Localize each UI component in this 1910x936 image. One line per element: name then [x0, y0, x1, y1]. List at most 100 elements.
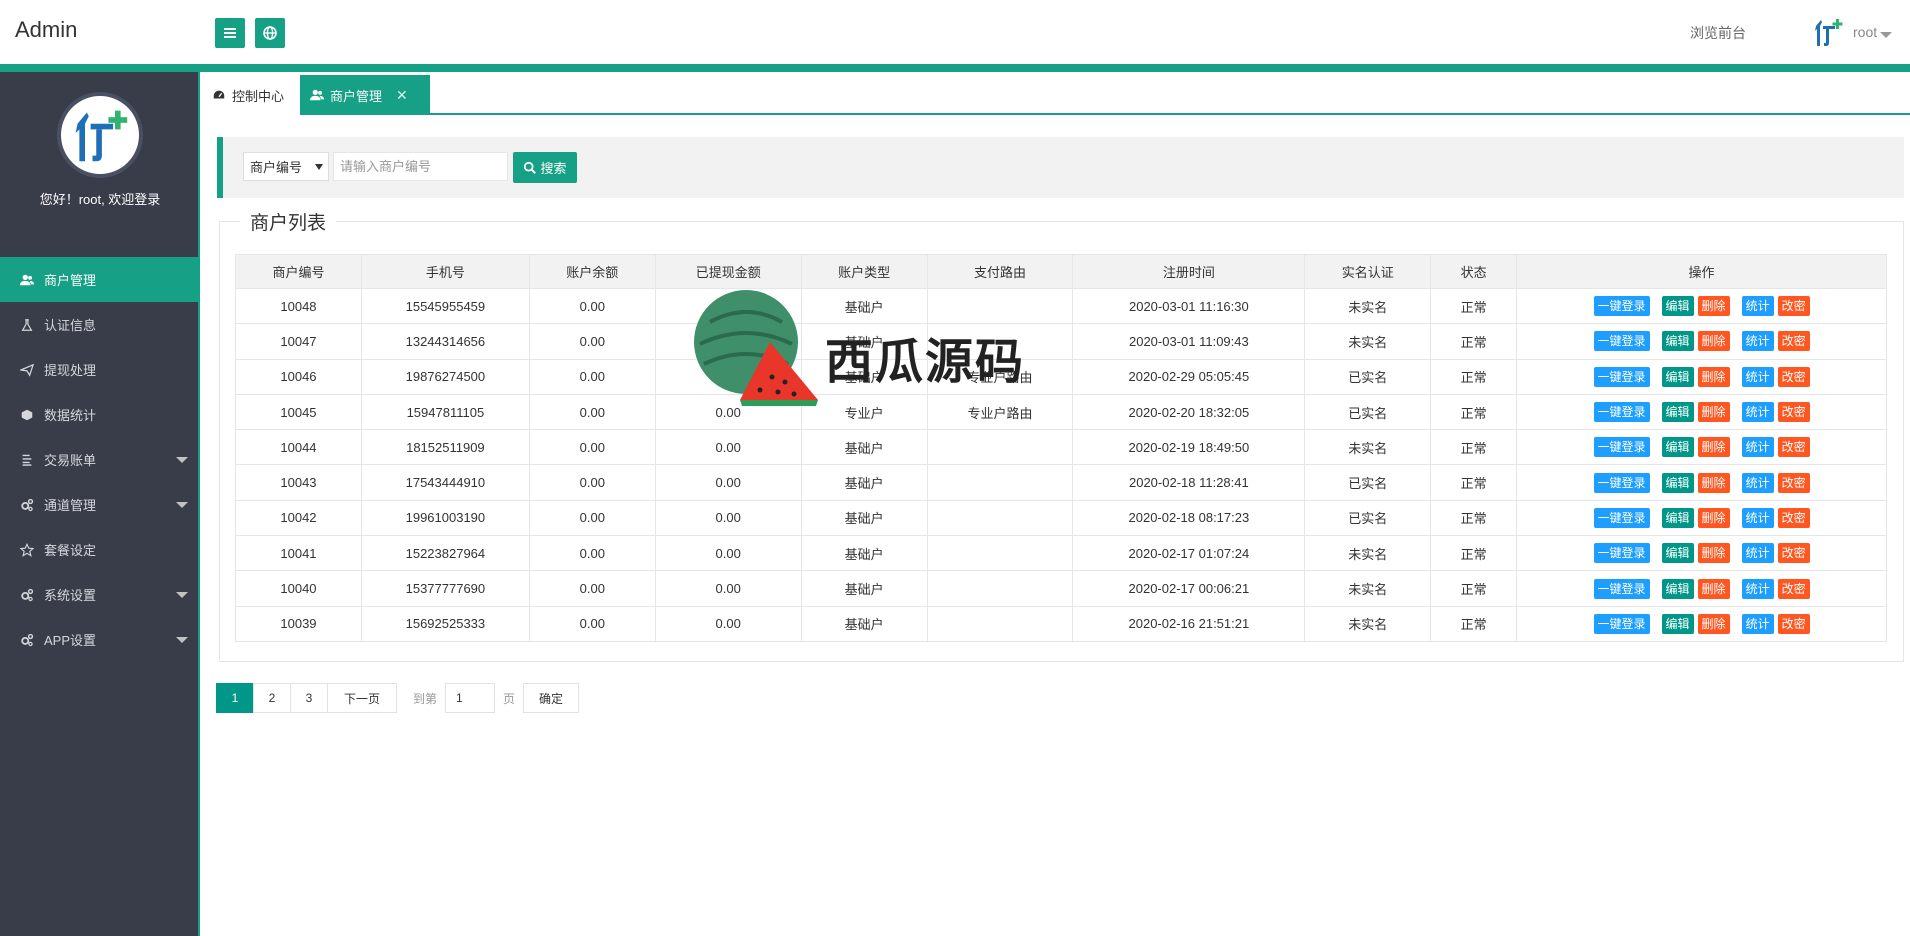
cell-type: 专业户	[800, 393, 928, 431]
menu-toggle-button[interactable]	[215, 18, 245, 48]
stats-button[interactable]: 统计	[1741, 437, 1774, 458]
page-3-button[interactable]: 3	[290, 683, 328, 713]
edit-button[interactable]: 编辑	[1661, 402, 1694, 423]
edit-button[interactable]: 编辑	[1661, 437, 1694, 458]
delete-button[interactable]: 删除	[1697, 366, 1730, 387]
sidebar-item-6[interactable]: 通道管理	[0, 482, 200, 527]
chevron-down-icon	[176, 502, 188, 508]
sidebar-item-8[interactable]: 系统设置	[0, 572, 200, 617]
quick-login-button[interactable]: 一键登录	[1593, 613, 1650, 634]
stats-button[interactable]: 统计	[1741, 402, 1774, 423]
next-page-button[interactable]: 下一页	[327, 683, 397, 713]
stats-button[interactable]: 统计	[1741, 472, 1774, 493]
tab-merchant-management[interactable]: 商户管理 ✕	[300, 75, 430, 115]
sidebar-item-4[interactable]: 数据统计	[0, 392, 200, 437]
sidebar-menu: 商户管理认证信息提现处理数据统计 交易账单 通道管理套餐设定系统设置 APP设置	[0, 257, 200, 662]
tab-dashboard[interactable]: 控制中心	[202, 75, 300, 115]
cell-balance: 0.00	[528, 464, 656, 501]
goto-page-input[interactable]	[445, 683, 496, 713]
chevron-down-icon[interactable]	[1880, 32, 1892, 38]
quick-login-button[interactable]: 一键登录	[1593, 366, 1650, 387]
brand-logo-icon[interactable]	[1812, 16, 1844, 48]
quick-login-button[interactable]: 一键登录	[1593, 507, 1650, 528]
change-password-button[interactable]: 改密	[1777, 613, 1810, 634]
cell-auth: 未实名	[1304, 429, 1432, 466]
sidebar-item-2[interactable]: 认证信息	[0, 302, 200, 347]
quick-login-button[interactable]: 一键登录	[1593, 296, 1650, 317]
change-password-button[interactable]: 改密	[1777, 437, 1810, 458]
delete-button[interactable]: 删除	[1697, 472, 1730, 493]
stats-button[interactable]: 统计	[1741, 331, 1774, 352]
sidebar-item-5[interactable]: 交易账单	[0, 437, 200, 482]
quick-login-button[interactable]: 一键登录	[1593, 578, 1650, 599]
change-password-button[interactable]: 改密	[1777, 296, 1810, 317]
delete-button[interactable]: 删除	[1697, 543, 1730, 564]
edit-button[interactable]: 编辑	[1661, 578, 1694, 599]
sidebar-item-label: 系统设置	[44, 588, 97, 603]
page-2-button[interactable]: 2	[253, 683, 291, 713]
change-password-button[interactable]: 改密	[1777, 578, 1810, 599]
edit-button[interactable]: 编辑	[1661, 366, 1694, 387]
change-password-button[interactable]: 改密	[1777, 543, 1810, 564]
sidebar-item-label: 提现处理	[44, 363, 97, 378]
cell-phone: 13244314656	[360, 323, 530, 360]
goto-confirm-button[interactable]: 确定	[523, 683, 580, 713]
sidebar-item-label: 套餐设定	[44, 543, 97, 558]
quick-login-button[interactable]: 一键登录	[1593, 402, 1650, 423]
search-input[interactable]	[333, 152, 508, 181]
sidebar-item-7[interactable]: 套餐设定	[0, 527, 200, 572]
edit-button[interactable]: 编辑	[1661, 472, 1694, 493]
cell-route	[926, 287, 1074, 325]
search-field-select[interactable]: 商户编号	[243, 152, 329, 181]
edit-button[interactable]: 编辑	[1661, 296, 1694, 317]
delete-button[interactable]: 删除	[1697, 296, 1730, 317]
cell-auth: 未实名	[1304, 287, 1432, 325]
delete-button[interactable]: 删除	[1697, 331, 1730, 352]
delete-button[interactable]: 删除	[1697, 402, 1730, 423]
column-header: 手机号	[360, 254, 530, 289]
delete-button[interactable]: 删除	[1697, 437, 1730, 458]
search-button[interactable]: 搜索	[513, 152, 577, 183]
delete-button[interactable]: 删除	[1697, 578, 1730, 599]
stats-button[interactable]: 统计	[1741, 578, 1774, 599]
quick-login-button[interactable]: 一键登录	[1593, 543, 1650, 564]
edit-button[interactable]: 编辑	[1661, 543, 1694, 564]
cell-auth: 未实名	[1304, 570, 1432, 607]
delete-button[interactable]: 删除	[1697, 613, 1730, 634]
change-password-button[interactable]: 改密	[1777, 402, 1810, 423]
edit-button[interactable]: 编辑	[1661, 613, 1694, 634]
sidebar-item-9[interactable]: APP设置	[0, 617, 200, 662]
globe-button[interactable]	[255, 18, 285, 48]
cell-status: 正常	[1430, 323, 1518, 360]
front-site-link[interactable]: 浏览前台	[1690, 23, 1746, 43]
chevron-down-icon	[315, 164, 323, 170]
user-menu[interactable]: root	[1853, 24, 1877, 40]
edit-button[interactable]: 编辑	[1661, 331, 1694, 352]
gears-icon	[20, 498, 34, 512]
edit-button[interactable]: 编辑	[1661, 507, 1694, 528]
stats-button[interactable]: 统计	[1741, 296, 1774, 317]
cell-withdrawn: 0.00	[654, 358, 802, 395]
sidebar-item-label: 认证信息	[44, 318, 97, 333]
quick-login-button[interactable]: 一键登录	[1593, 331, 1650, 352]
sidebar-item-1[interactable]: 商户管理	[0, 257, 200, 302]
sidebar-item-3[interactable]: 提现处理	[0, 347, 200, 392]
stats-button[interactable]: 统计	[1741, 366, 1774, 387]
change-password-button[interactable]: 改密	[1777, 507, 1810, 528]
quick-login-button[interactable]: 一键登录	[1593, 472, 1650, 493]
stats-button[interactable]: 统计	[1741, 543, 1774, 564]
stats-button[interactable]: 统计	[1741, 507, 1774, 528]
cell-withdrawn: 0.00	[654, 429, 802, 466]
search-button-label: 搜索	[540, 161, 567, 176]
table-row: 10040 15377777690 0.00 0.00 基础户 2020-02-17 00…	[235, 570, 1887, 607]
table-row: 10041 15223827964 0.00 0.00 基础户 2020-02-17 01…	[235, 535, 1887, 572]
cell-actions: 一键登录 编辑 删除 统计 改密	[1516, 429, 1887, 466]
change-password-button[interactable]: 改密	[1777, 472, 1810, 493]
change-password-button[interactable]: 改密	[1777, 366, 1810, 387]
quick-login-button[interactable]: 一键登录	[1593, 437, 1650, 458]
delete-button[interactable]: 删除	[1697, 507, 1730, 528]
page-1-button[interactable]: 1	[216, 683, 254, 713]
stats-button[interactable]: 统计	[1741, 613, 1774, 634]
close-icon[interactable]: ✕	[396, 87, 408, 104]
change-password-button[interactable]: 改密	[1777, 331, 1810, 352]
